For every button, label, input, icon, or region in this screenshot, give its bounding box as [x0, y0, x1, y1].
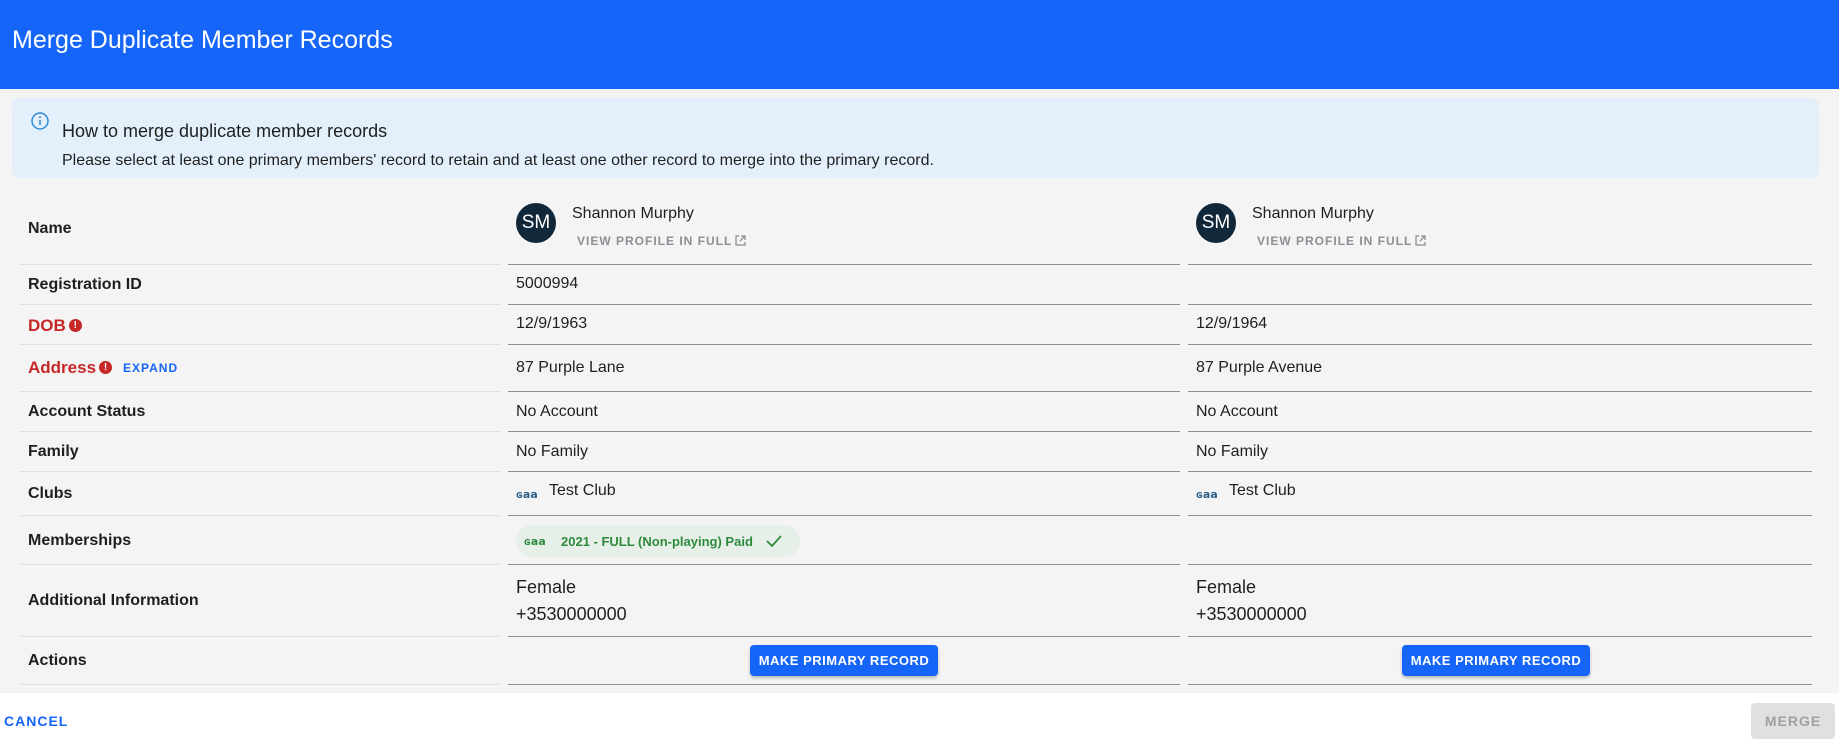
info-title: How to merge duplicate member records — [62, 121, 388, 141]
row-divider — [508, 515, 1180, 516]
open-external-icon — [735, 235, 746, 246]
open-external-icon — [1415, 235, 1426, 246]
row-divider — [508, 391, 1180, 392]
row-divider — [20, 636, 500, 637]
row-divider — [508, 431, 1180, 432]
label-address: Address! — [28, 358, 113, 378]
dialog-body: How to merge duplicate member records Pl… — [0, 89, 1839, 693]
cancel-button[interactable]: CANCEL — [4, 713, 68, 729]
gaa-logo-icon: ɢaa — [524, 535, 546, 548]
expand-address-button[interactable]: EXPAND — [123, 361, 178, 375]
row-divider — [1188, 564, 1812, 565]
svg-text:ɢaa: ɢaa — [1196, 488, 1218, 501]
dialog-title: Merge Duplicate Member Records — [12, 26, 393, 54]
address-value: 87 Purple Lane — [516, 359, 625, 376]
merge-button[interactable]: MERGE — [1751, 703, 1835, 739]
row-divider — [20, 564, 500, 565]
row-divider — [508, 304, 1180, 305]
label-memberships: Memberships — [28, 532, 132, 549]
label-actions: Actions — [28, 652, 87, 669]
view-profile-label: VIEW PROFILE IN FULL — [577, 234, 733, 248]
row-divider — [508, 636, 1180, 637]
svg-text:ɢaa: ɢaa — [524, 535, 546, 548]
dob-value: 12/9/1964 — [1196, 315, 1268, 332]
dob-value: 12/9/1963 — [516, 315, 588, 332]
label-account-status: Account Status — [28, 403, 146, 420]
row-divider — [508, 471, 1180, 472]
label-name: Name — [28, 220, 72, 237]
error-icon: ! — [99, 361, 113, 374]
row-divider — [1188, 391, 1812, 392]
row-divider — [1188, 515, 1812, 516]
row-divider — [1188, 636, 1812, 637]
row-divider — [20, 264, 500, 265]
make-primary-record-button[interactable]: MAKE PRIMARY RECORD — [1402, 645, 1590, 676]
row-divider — [1188, 431, 1812, 432]
gender-value: Female — [516, 577, 577, 597]
dialog-footer: CANCEL — [0, 693, 1839, 740]
label-registration-id: Registration ID — [28, 276, 142, 293]
dialog-header: Merge Duplicate Member Records — [0, 0, 1839, 89]
avatar: SM — [516, 203, 556, 243]
member-name: Shannon Murphy — [1252, 205, 1374, 222]
label-additional-information: Additional Information — [28, 592, 199, 609]
account-status-value: No Account — [1196, 403, 1278, 420]
row-divider — [508, 684, 1180, 685]
row-divider — [508, 264, 1180, 265]
view-profile-link[interactable]: VIEW PROFILE IN FULL — [577, 234, 747, 248]
phone-value: +3530000000 — [1196, 604, 1307, 624]
row-divider — [20, 344, 500, 345]
check-icon — [766, 535, 782, 548]
info-text: Please select at least one primary membe… — [62, 152, 934, 169]
club-value: Test Club — [549, 482, 616, 499]
view-profile-label: VIEW PROFILE IN FULL — [1257, 234, 1413, 248]
registration-id-value: 5000994 — [516, 275, 579, 292]
phone-value: +3530000000 — [516, 604, 627, 624]
row-divider — [20, 515, 500, 516]
label-family: Family — [28, 443, 79, 460]
row-divider — [20, 391, 500, 392]
membership-label: 2021 - FULL (Non-playing) Paid — [561, 534, 753, 549]
row-divider — [1188, 344, 1812, 345]
row-divider — [20, 684, 500, 685]
membership-chip: ɢaa 2021 - FULL (Non-playing) Paid — [516, 525, 800, 557]
family-value: No Family — [1196, 443, 1269, 460]
view-profile-link[interactable]: VIEW PROFILE IN FULL — [1257, 234, 1427, 248]
gaa-logo-icon: ɢaa — [516, 488, 538, 501]
row-divider — [1188, 684, 1812, 685]
row-divider — [20, 304, 500, 305]
error-icon: ! — [68, 319, 82, 332]
row-divider — [1188, 264, 1812, 265]
svg-text:ɢaa: ɢaa — [516, 488, 538, 501]
info-icon — [31, 112, 49, 130]
row-divider — [1188, 471, 1812, 472]
make-primary-record-button[interactable]: MAKE PRIMARY RECORD — [750, 645, 938, 676]
label-dob-text: DOB — [28, 316, 66, 335]
row-divider — [20, 431, 500, 432]
account-status-value: No Account — [516, 403, 598, 420]
row-divider — [508, 564, 1180, 565]
gaa-logo-icon: ɢaa — [1196, 488, 1218, 501]
member-name: Shannon Murphy — [572, 205, 694, 222]
club-value: Test Club — [1229, 482, 1296, 499]
label-dob: DOB! — [28, 316, 82, 336]
label-address-text: Address — [28, 358, 97, 377]
avatar: SM — [1196, 203, 1236, 243]
row-divider — [508, 344, 1180, 345]
row-divider — [1188, 304, 1812, 305]
info-alert: How to merge duplicate member records Pl… — [12, 98, 1819, 178]
family-value: No Family — [516, 443, 589, 460]
gender-value: Female — [1196, 577, 1257, 597]
address-value: 87 Purple Avenue — [1196, 359, 1323, 376]
row-divider — [20, 471, 500, 472]
label-clubs: Clubs — [28, 485, 73, 502]
